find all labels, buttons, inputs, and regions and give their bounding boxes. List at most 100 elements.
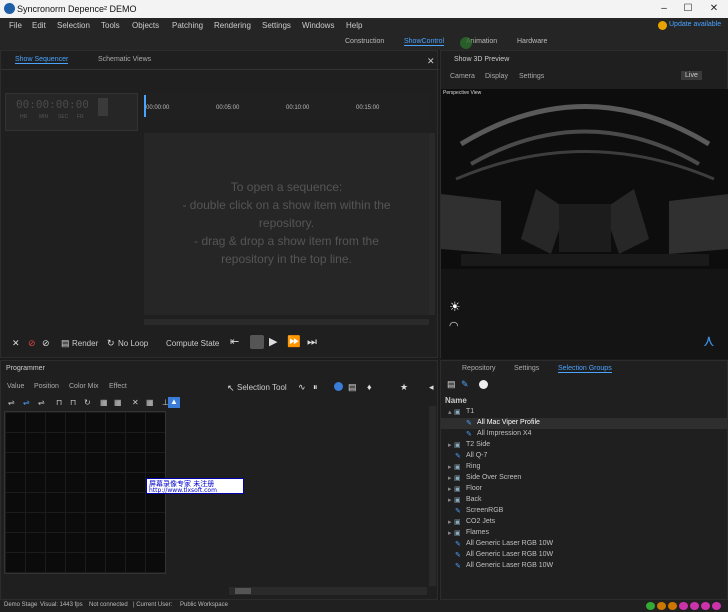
sequence-area[interactable]: To open a sequence: - double click on a …	[144, 133, 429, 315]
status-icon	[712, 602, 721, 610]
update-link[interactable]: Update available	[669, 21, 721, 28]
stop-button[interactable]	[250, 335, 264, 349]
pause-icon[interactable]: ⏸	[313, 382, 318, 392]
tree-item[interactable]: ▸ ▣ Flames	[441, 528, 727, 539]
grid-icon[interactable]: ▦	[146, 398, 154, 407]
collapse-icon[interactable]: ◂	[429, 382, 434, 392]
record-off-icon[interactable]: ⊘	[28, 338, 36, 348]
close-panel-icon[interactable]: ✕	[427, 56, 435, 67]
tab-settings[interactable]: Settings	[519, 73, 544, 80]
bulb-icon[interactable]: ♦	[367, 382, 372, 392]
group-add-icon[interactable]: ✎	[461, 379, 469, 389]
tool-icon[interactable]: ⇌	[8, 398, 15, 407]
tab-schematic-views[interactable]: Schematic Views	[98, 56, 151, 63]
tree-item[interactable]: ✎ All Generic Laser RGB 10W	[441, 561, 727, 572]
lock-icon[interactable]: ⊓	[70, 398, 76, 407]
tree-item[interactable]: ▸ ▣ Floor	[441, 484, 727, 495]
tree-item[interactable]: ▸ ▣ Ring	[441, 462, 727, 473]
tree-item[interactable]: ✎ All Generic Laser RGB 10W	[441, 550, 727, 561]
tree-item[interactable]: ✎ All Generic Laser RGB 10W	[441, 539, 727, 550]
tool-icon[interactable]: ⇌	[38, 398, 45, 407]
compute-state-button[interactable]: Compute State	[166, 339, 219, 348]
tree-item-selected[interactable]: ✎ All Mac Viper Profile	[441, 418, 727, 429]
cursor-icon[interactable]: ↖	[227, 383, 235, 393]
grid-icon[interactable]: ▦	[100, 398, 108, 407]
tab-value[interactable]: Value	[7, 383, 24, 390]
lock-icon[interactable]: ⊓	[56, 398, 62, 407]
close-button[interactable]: ✕	[706, 2, 722, 16]
no-loop-button[interactable]: No Loop	[118, 339, 148, 348]
layers-icon[interactable]: ▤	[348, 382, 357, 392]
record-icon[interactable]	[334, 382, 343, 391]
selection-tool-button[interactable]: Selection Tool	[237, 383, 287, 392]
fast-forward-icon[interactable]: ⏩	[287, 337, 301, 348]
tree-item[interactable]: ▸ ▣ Back	[441, 495, 727, 506]
tab-effect[interactable]: Effect	[109, 383, 127, 390]
tree-item[interactable]: ▸ ▣ Side Over Screen	[441, 473, 727, 484]
tree-item[interactable]: ✎ ScreenRGB	[441, 506, 727, 517]
status-connection: Not connected	[89, 602, 128, 608]
3d-viewport[interactable]: Perspective View ☀ ◠ ⋏	[441, 89, 728, 359]
timeline-ruler[interactable]: 00:00:00 00:05:00 00:10:00 00:15:00	[144, 93, 429, 119]
menu-edit[interactable]: Edit	[32, 21, 46, 30]
folder-add-icon[interactable]: ▤	[447, 379, 456, 389]
menu-rendering[interactable]: Rendering	[214, 21, 251, 30]
status-icon	[657, 602, 666, 610]
horizontal-scrollbar[interactable]	[144, 319, 429, 325]
tree-item[interactable]: ▴ ▣ T1	[441, 407, 727, 418]
minimize-button[interactable]: –	[656, 2, 672, 16]
crosshair-icon[interactable]: ✕	[132, 398, 139, 407]
scroll-thumb[interactable]	[235, 588, 251, 594]
tab-display[interactable]: Display	[485, 73, 508, 80]
mode-construction[interactable]: Construction	[345, 38, 384, 45]
tree-item[interactable]: ✎ All Impression X4	[441, 429, 727, 440]
menu-objects[interactable]: Objects	[132, 21, 159, 30]
depence-logo-icon: ⋏	[703, 333, 715, 350]
programmer-panel: Programmer Value Position Color Mix Effe…	[0, 360, 438, 600]
menu-selection[interactable]: Selection	[57, 21, 90, 30]
wave-icon[interactable]: ∿	[298, 382, 306, 392]
play-icon[interactable]: ▶	[269, 337, 277, 348]
tab-show-sequencer[interactable]: Show Sequencer	[15, 56, 69, 64]
refresh-icon[interactable]: ↻	[84, 398, 91, 407]
star-icon[interactable]: ★	[400, 382, 408, 392]
menu-patching[interactable]: Patching	[172, 21, 203, 30]
go-to-end-icon[interactable]: ⏭	[307, 337, 317, 348]
timecode-meter	[98, 98, 108, 116]
tree-item[interactable]: ✎ All Q-7	[441, 451, 727, 462]
tree-item[interactable]: ▸ ▣ T2 Side	[441, 440, 727, 451]
tree-item[interactable]: ▸ ▣ CO2 Jets	[441, 517, 727, 528]
menu-settings[interactable]: Settings	[262, 21, 291, 30]
tab-color-mix[interactable]: Color Mix	[69, 383, 99, 390]
delete-icon[interactable]	[479, 380, 488, 389]
link-icon[interactable]: ⊘	[42, 338, 50, 348]
maximize-button[interactable]: ☐	[680, 2, 696, 16]
gauge-icon[interactable]: ◠	[449, 319, 459, 332]
menu-tools[interactable]: Tools	[101, 21, 120, 30]
render-button[interactable]: Render	[72, 339, 98, 348]
menu-help[interactable]: Help	[346, 21, 362, 30]
render-icon[interactable]: ▤	[61, 338, 70, 348]
tab-camera[interactable]: Camera	[450, 73, 475, 80]
tools-icon[interactable]: ✕	[12, 338, 20, 348]
sequencer-panel: Show Sequencer Schematic Views ✕ 00:00:0…	[0, 50, 439, 358]
live-button[interactable]: Live	[681, 71, 702, 80]
tool-icon[interactable]: ⇌	[23, 398, 30, 407]
vertical-scrollbar[interactable]	[429, 133, 435, 315]
loop-icon[interactable]: ↻	[107, 338, 115, 348]
tab-selection-groups[interactable]: Selection Groups	[558, 365, 612, 373]
tab-repository[interactable]: Repository	[462, 365, 495, 372]
menu-file[interactable]: File	[9, 21, 22, 30]
mode-showcontrol[interactable]: ShowControl	[404, 38, 445, 46]
triangle-icon[interactable]: ▲	[168, 397, 180, 408]
menu-windows[interactable]: Windows	[302, 21, 334, 30]
vertical-scrollbar[interactable]	[429, 406, 436, 586]
grid-icon[interactable]: ▦	[114, 398, 122, 407]
light-icon[interactable]: ☀	[449, 299, 461, 315]
horizontal-scrollbar[interactable]	[229, 587, 427, 595]
tab-repo-settings[interactable]: Settings	[514, 365, 539, 372]
go-to-start-icon[interactable]: ⇤	[230, 337, 239, 348]
mode-hardware[interactable]: Hardware	[517, 38, 547, 45]
tab-position[interactable]: Position	[34, 383, 59, 390]
xy-pad[interactable]	[4, 411, 166, 574]
